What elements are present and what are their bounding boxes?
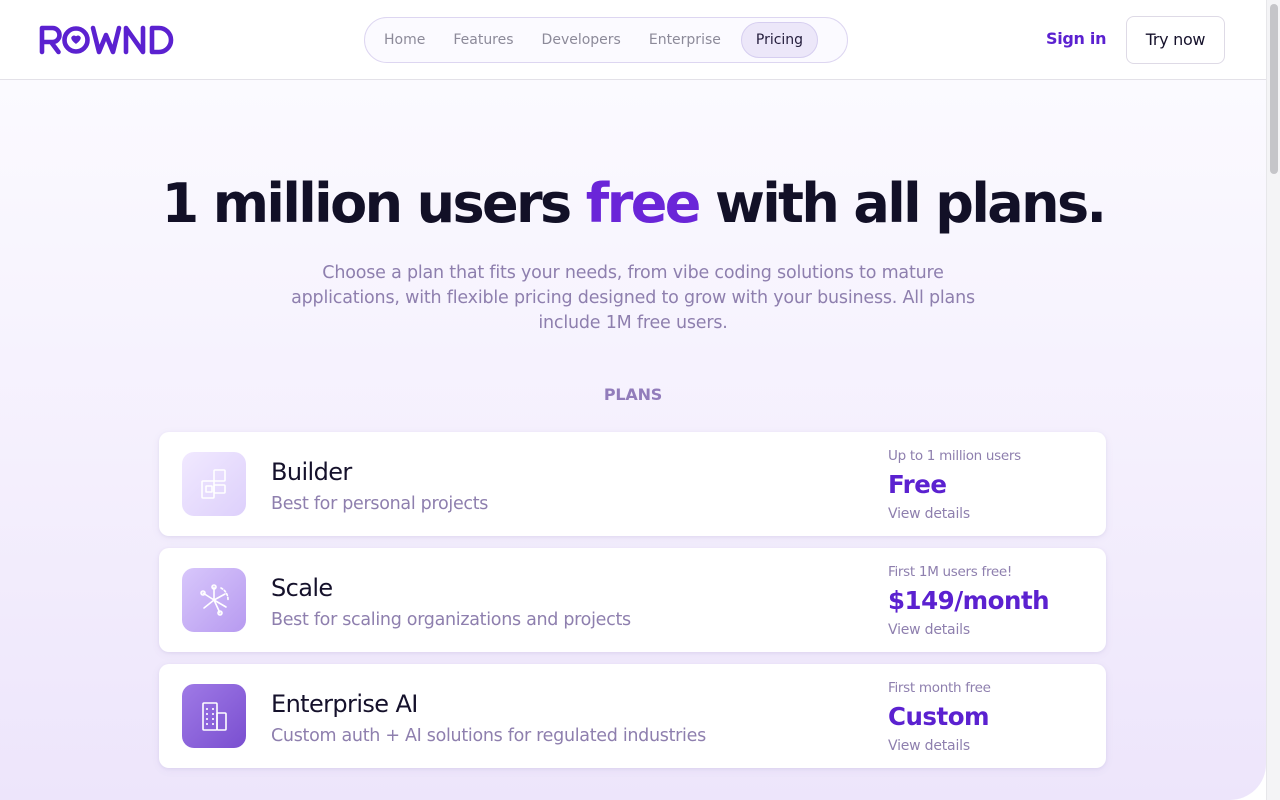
title-accent: free bbox=[585, 172, 702, 235]
main-nav: Home Features Developers Enterprise Pric… bbox=[364, 17, 848, 63]
logo-icon bbox=[39, 25, 174, 55]
plan-price: Custom bbox=[888, 702, 990, 731]
plan-note: First 1M users free! bbox=[888, 564, 1013, 580]
title-post: with all plans. bbox=[698, 172, 1107, 235]
pricing-section: 1 million users free with all plans. Cho… bbox=[0, 80, 1266, 800]
page-subtitle: Choose a plan that fits your needs, from… bbox=[291, 263, 975, 333]
plan-description: Best for personal projects bbox=[271, 494, 489, 514]
top-header: Home Features Developers Enterprise Pric… bbox=[0, 0, 1266, 80]
view-details-link[interactable]: View details bbox=[888, 506, 970, 522]
nav-enterprise[interactable]: Enterprise bbox=[635, 22, 735, 58]
plan-name: Builder bbox=[271, 458, 352, 486]
view-details-link[interactable]: View details bbox=[888, 622, 970, 638]
scrollbar-thumb[interactable] bbox=[1270, 4, 1278, 174]
page-title: 1 million users free with all plans. bbox=[0, 172, 1266, 235]
plan-price: $149/month bbox=[888, 586, 1050, 615]
plan-card-builder[interactable]: Builder Best for personal projects Up to… bbox=[159, 432, 1106, 536]
view-details-link[interactable]: View details bbox=[888, 738, 970, 754]
plan-description: Custom auth + AI solutions for regulated… bbox=[271, 726, 706, 746]
plan-name: Scale bbox=[271, 574, 333, 602]
plan-note: Up to 1 million users bbox=[888, 448, 1021, 464]
office-building-icon bbox=[182, 684, 246, 748]
page-scrollbar[interactable] bbox=[1266, 0, 1280, 800]
plan-card-enterprise-ai[interactable]: Enterprise AI Custom auth + AI solutions… bbox=[159, 664, 1106, 768]
nav-features[interactable]: Features bbox=[439, 22, 527, 58]
plan-price: Free bbox=[888, 470, 947, 499]
nav-developers[interactable]: Developers bbox=[528, 22, 635, 58]
network-spark-icon bbox=[182, 568, 246, 632]
sign-in-link[interactable]: Sign in bbox=[1046, 29, 1107, 48]
title-pre: 1 million users bbox=[161, 172, 586, 235]
try-now-button[interactable]: Try now bbox=[1126, 16, 1225, 64]
plan-card-scale[interactable]: Scale Best for scaling organizations and… bbox=[159, 548, 1106, 652]
plans-heading: PLANS bbox=[603, 385, 663, 404]
rownd-logo[interactable] bbox=[39, 22, 187, 58]
plan-description: Best for scaling organizations and proje… bbox=[271, 610, 631, 630]
plan-name: Enterprise AI bbox=[271, 690, 418, 718]
nav-home[interactable]: Home bbox=[368, 22, 439, 58]
plan-note: First month free bbox=[888, 680, 991, 696]
building-blocks-icon bbox=[182, 452, 246, 516]
nav-pricing[interactable]: Pricing bbox=[740, 22, 819, 58]
